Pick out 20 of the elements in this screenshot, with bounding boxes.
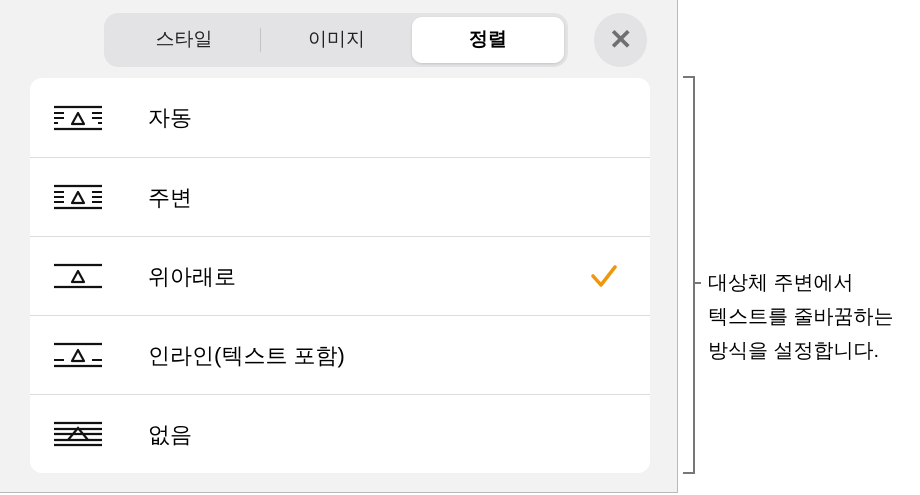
wrap-option[interactable]: 없음 [30, 394, 650, 473]
wrap-icon [52, 183, 104, 211]
wrap-option[interactable]: 자동 [30, 78, 650, 157]
wrap-icon [52, 262, 104, 290]
wrap-option[interactable]: 주변 [30, 157, 650, 236]
option-label: 위아래로 [148, 262, 237, 290]
tab[interactable]: 이미지 [260, 17, 412, 63]
wrap-option[interactable]: 인라인(텍스트 포함) [30, 315, 650, 394]
close-button[interactable]: ✕ [594, 13, 647, 67]
tab[interactable]: 스타일 [108, 17, 260, 63]
wrap-icon [52, 341, 104, 369]
option-label: 인라인(텍스트 포함) [148, 342, 346, 370]
callout-text: 대상체 주변에서 텍스트를 줄바꿈하는 방식을 설정합니다. [708, 271, 894, 364]
tab[interactable]: 정렬 [412, 17, 564, 63]
wrap-icon [52, 420, 104, 448]
option-label: 없음 [148, 420, 193, 448]
wrap-icon [52, 104, 104, 132]
option-label: 자동 [148, 104, 193, 132]
option-label: 주변 [148, 184, 193, 212]
wrap-option[interactable]: 위아래로 [30, 236, 650, 315]
